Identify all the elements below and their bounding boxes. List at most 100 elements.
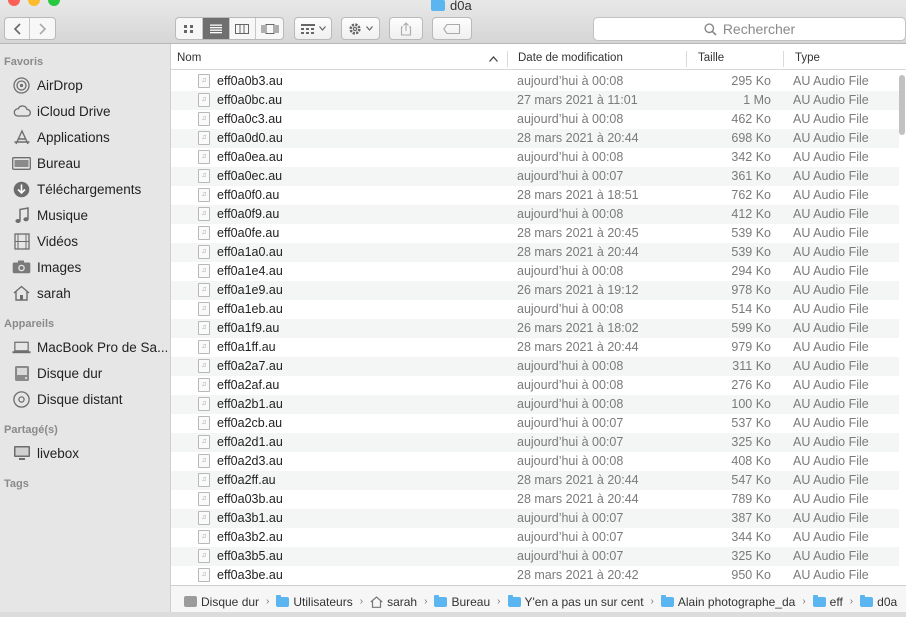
column-header-type[interactable]: Type: [795, 52, 820, 64]
table-row[interactable]: ♫ eff0a3b1.au aujourd’hui à 00:07 387 Ko AU …: [171, 509, 899, 528]
zoom-window-button[interactable]: [48, 0, 60, 6]
gear-icon: [349, 22, 361, 35]
table-row[interactable]: ♫ eff0a2cb.au aujourd’hui à 00:07 537 Ko AU …: [171, 414, 899, 433]
table-row[interactable]: ♫ eff0a3b2.au aujourd’hui à 00:07 344 Ko AU …: [171, 528, 899, 547]
file-type: AU Audio File: [793, 93, 869, 107]
table-row[interactable]: ♫ eff0a2b1.au aujourd’hui à 00:08 100 Ko AU …: [171, 395, 899, 414]
sidebar-item-airdrop[interactable]: AirDrop: [12, 74, 167, 96]
path-item[interactable]: Disque dur: [184, 595, 259, 609]
audio-file-icon: ♫: [198, 530, 210, 544]
sidebar-item-disque-distant[interactable]: Disque distant: [12, 388, 167, 410]
action-button[interactable]: [341, 17, 380, 40]
table-row[interactable]: ♫ eff0a03b.au 28 mars 2021 à 20:44 789 Ko AU…: [171, 490, 899, 509]
sidebar-item-applications[interactable]: Applications: [12, 126, 167, 148]
file-type: AU Audio File: [793, 150, 869, 164]
path-item[interactable]: Y'en a pas un sur cent: [507, 594, 644, 609]
sidebar-item-macbook[interactable]: MacBook Pro de Sa...: [12, 336, 167, 358]
path-item[interactable]: Bureau: [434, 594, 490, 609]
file-name: eff0a0c3.au: [217, 112, 283, 126]
file-name: eff0a0f0.au: [217, 188, 280, 202]
file-size: 539 Ko: [731, 245, 771, 259]
file-size: 387 Ko: [731, 511, 771, 525]
sidebar-item-label: Bureau: [37, 155, 81, 171]
table-row[interactable]: ♫ eff0a0f9.au aujourd’hui à 00:08 412 Ko AU …: [171, 205, 899, 224]
minimize-window-button[interactable]: [28, 0, 40, 6]
audio-file-icon: ♫: [198, 131, 210, 145]
share-button[interactable]: [389, 17, 423, 40]
sidebar-item-videos[interactable]: Vidéos: [12, 230, 167, 252]
column-separator[interactable]: [686, 51, 687, 67]
sidebar-item-bureau[interactable]: Bureau: [12, 152, 167, 174]
file-type: AU Audio File: [793, 454, 869, 468]
column-header-date[interactable]: Date de modification: [518, 52, 623, 64]
file-type: AU Audio File: [793, 359, 869, 373]
list-view-button[interactable]: [202, 18, 230, 39]
table-row[interactable]: ♫ eff0a0ec.au aujourd’hui à 00:07 361 Ko AU …: [171, 167, 899, 186]
window-title: d0a: [450, 0, 472, 13]
table-row[interactable]: ♫ eff0a0d0.au 28 mars 2021 à 20:44 698 Ko AU…: [171, 129, 899, 148]
file-size: 599 Ko: [731, 321, 771, 335]
audio-file-icon: ♫: [198, 511, 210, 525]
sidebar-item-icloud-drive[interactable]: iCloud Drive: [12, 100, 167, 122]
sidebar-item-telechargements[interactable]: Téléchargements: [12, 178, 167, 200]
table-row[interactable]: ♫ eff0a1eb.au aujourd’hui à 00:08 514 Ko AU …: [171, 300, 899, 319]
display-icon: [12, 445, 31, 461]
table-row[interactable]: ♫ eff0a1e4.au aujourd’hui à 00:08 294 Ko AU …: [171, 262, 899, 281]
column-view-button[interactable]: [230, 18, 257, 39]
sidebar-item-images[interactable]: Images: [12, 256, 167, 278]
table-row[interactable]: ♫ eff0a2ff.au 28 mars 2021 à 20:44 547 Ko AU…: [171, 471, 899, 490]
table-row[interactable]: ♫ eff0a2a7.au aujourd’hui à 00:08 311 Ko AU …: [171, 357, 899, 376]
vertical-scrollbar[interactable]: [899, 72, 906, 582]
table-row[interactable]: ♫ eff0a0bc.au 27 mars 2021 à 11:01 1 Mo AU A…: [171, 91, 899, 110]
file-type: AU Audio File: [793, 245, 869, 259]
file-size: 539 Ko: [731, 226, 771, 240]
file-date: aujourd’hui à 00:07: [517, 549, 624, 563]
desktop-icon: [12, 155, 31, 171]
sidebar: Favoris AirDrop iCloud Drive Application…: [0, 44, 171, 617]
sort-ascending-icon: [489, 56, 498, 62]
table-row[interactable]: ♫ eff0a1e9.au 26 mars 2021 à 19:12 978 Ko AU…: [171, 281, 899, 300]
folder-icon: [507, 594, 521, 607]
path-item[interactable]: d0a: [860, 594, 897, 609]
sidebar-item-musique[interactable]: Musique: [12, 204, 167, 226]
table-row[interactable]: ♫ eff0a3be.au 28 mars 2021 à 20:42 950 Ko AU…: [171, 566, 899, 585]
path-separator-icon: ›: [802, 596, 806, 607]
table-row[interactable]: ♫ eff0a0b3.au aujourd’hui à 00:08 295 Ko AU …: [171, 72, 899, 91]
table-row[interactable]: ♫ eff0a2d1.au aujourd’hui à 00:07 325 Ko AU …: [171, 433, 899, 452]
file-size: 342 Ko: [731, 150, 771, 164]
group-button[interactable]: [294, 17, 332, 40]
scrollbar-thumb[interactable]: [899, 75, 905, 135]
table-row[interactable]: ♫ eff0a0c3.au aujourd’hui à 00:08 462 Ko AU …: [171, 110, 899, 129]
back-button[interactable]: [5, 18, 31, 39]
file-type: AU Audio File: [793, 226, 869, 240]
sidebar-item-livebox[interactable]: livebox: [12, 442, 167, 464]
column-header-name[interactable]: Nom: [177, 52, 201, 64]
table-row[interactable]: ♫ eff0a0f0.au 28 mars 2021 à 18:51 762 Ko AU…: [171, 186, 899, 205]
table-row[interactable]: ♫ eff0a1f9.au 26 mars 2021 à 18:02 599 Ko AU…: [171, 319, 899, 338]
path-item[interactable]: Utilisateurs: [276, 594, 353, 609]
path-item[interactable]: eff: [812, 594, 843, 609]
table-row[interactable]: ♫ eff0a1a0.au 28 mars 2021 à 20:44 539 Ko AU…: [171, 243, 899, 262]
sidebar-item-disque-dur[interactable]: Disque dur: [12, 362, 167, 384]
column-separator[interactable]: [783, 51, 784, 67]
forward-button[interactable]: [30, 18, 55, 39]
table-row[interactable]: ♫ eff0a2d3.au aujourd’hui à 00:08 408 Ko AU …: [171, 452, 899, 471]
table-row[interactable]: ♫ eff0a0ea.au aujourd’hui à 00:08 342 Ko AU …: [171, 148, 899, 167]
table-row[interactable]: ♫ eff0a1ff.au 28 mars 2021 à 20:44 979 Ko AU…: [171, 338, 899, 357]
table-row[interactable]: ♫ eff0a0fe.au 28 mars 2021 à 20:45 539 Ko AU…: [171, 224, 899, 243]
gallery-view-button[interactable]: [256, 18, 283, 39]
search-field[interactable]: Rechercher: [593, 17, 906, 41]
file-size: 537 Ko: [731, 416, 771, 430]
file-date: aujourd’hui à 00:07: [517, 435, 624, 449]
path-item[interactable]: Alain photographe_da: [660, 594, 795, 609]
column-separator[interactable]: [507, 51, 508, 67]
audio-file-icon: ♫: [198, 549, 210, 563]
tag-button[interactable]: [432, 17, 472, 40]
table-row[interactable]: ♫ eff0a2af.au aujourd’hui à 00:08 276 Ko AU …: [171, 376, 899, 395]
close-window-button[interactable]: [8, 0, 20, 6]
sidebar-item-sarah[interactable]: sarah: [12, 282, 167, 304]
icon-view-button[interactable]: [176, 18, 203, 39]
path-item[interactable]: sarah: [370, 595, 417, 609]
table-row[interactable]: ♫ eff0a3b5.au aujourd’hui à 00:07 325 Ko AU …: [171, 547, 899, 566]
column-header-size[interactable]: Taille: [698, 52, 724, 64]
